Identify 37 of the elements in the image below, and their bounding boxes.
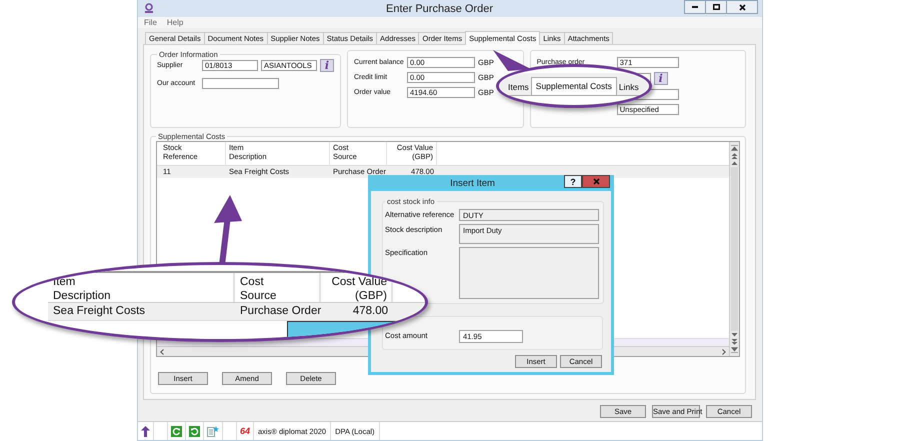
window-title: Enter Purchase Order <box>385 2 494 14</box>
info-button[interactable]: i <box>654 72 668 85</box>
scroll-left-icon <box>160 348 164 354</box>
scroll-down-icon <box>731 333 738 337</box>
close-icon <box>738 4 746 10</box>
scroll-bottom-icon <box>731 347 738 353</box>
document-star-icon[interactable] <box>207 426 219 436</box>
maximize-button[interactable] <box>705 0 727 14</box>
minimize-icon <box>692 6 698 8</box>
close-icon <box>592 178 600 185</box>
refresh-icon[interactable] <box>171 426 182 436</box>
dialog-title: Insert Item <box>449 178 496 188</box>
maximize-icon <box>712 4 720 10</box>
vertical-scrollbar[interactable] <box>729 142 739 356</box>
scroll-right-icon <box>722 348 726 354</box>
close-button[interactable] <box>726 0 758 14</box>
scroll-top-icon <box>731 145 738 151</box>
menu-item[interactable]: File <box>144 18 157 27</box>
info-button[interactable]: i <box>320 59 334 72</box>
page-up-icon <box>731 153 738 159</box>
refresh-icon[interactable] <box>189 426 200 436</box>
minimize-button[interactable] <box>684 0 706 14</box>
input-field[interactable] <box>459 247 599 299</box>
input-field[interactable] <box>202 78 279 89</box>
help-button[interactable]: ? <box>564 175 582 188</box>
page-down-icon <box>731 339 738 345</box>
tab[interactable]: Links <box>616 82 641 95</box>
table-cell-text: Purchase Order <box>239 304 321 319</box>
table-cell-text: 478.00 <box>352 304 389 319</box>
upload-arrow-icon[interactable] <box>141 426 150 436</box>
tab[interactable]: Items <box>506 82 531 95</box>
scroll-up-icon <box>731 161 738 165</box>
status-badge: 64 <box>237 422 254 440</box>
table-cell-text: Sea Freight Costs <box>52 304 146 319</box>
app-icon <box>144 3 154 14</box>
tab[interactable]: Supplemental Costs <box>530 77 617 95</box>
menu-item[interactable]: Help <box>166 18 184 27</box>
